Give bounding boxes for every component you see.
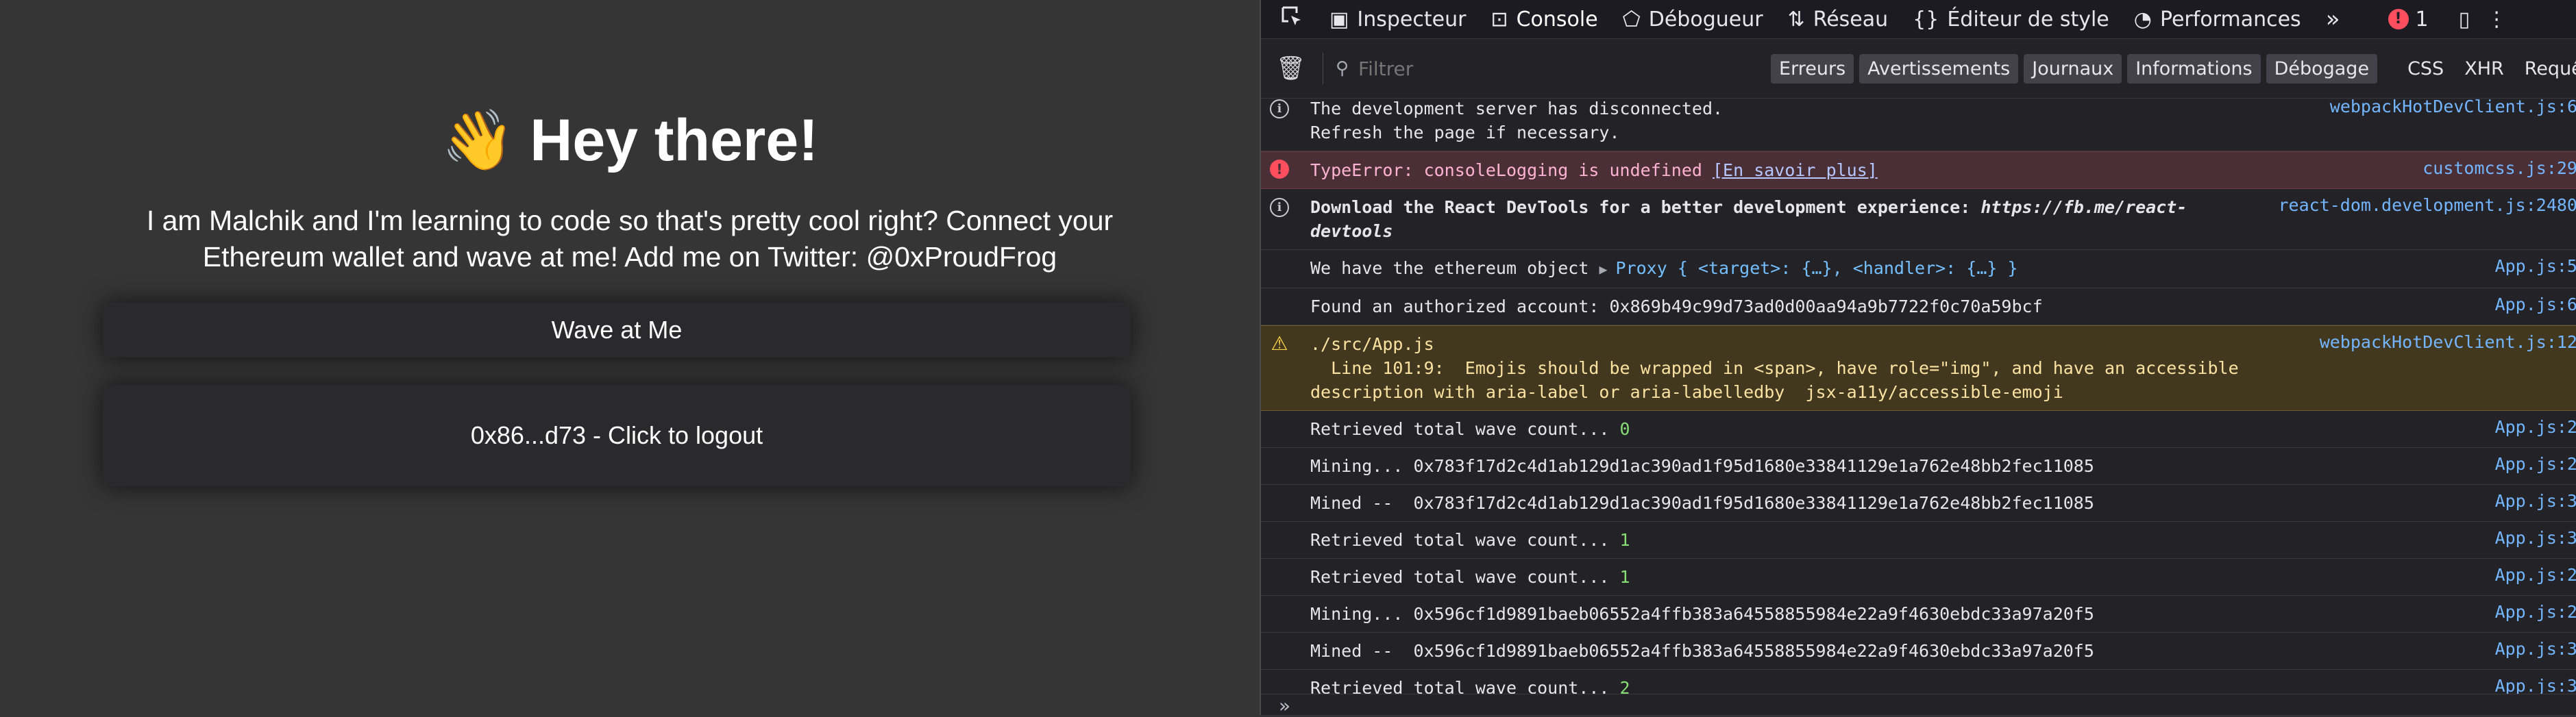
devtools-toolbar: ▣Inspecteur ⊡Console ⬠Débogueur ⇅Réseau … (1261, 0, 2576, 39)
wave-count-value: 1 (1620, 530, 1630, 550)
message-source-link[interactable]: App.js:3 (2495, 676, 2576, 696)
error-icon: ! (1270, 160, 1289, 179)
wave-count-value: 0 (1620, 419, 1630, 439)
warning-icon: ⚠ (1271, 332, 1288, 355)
message-source-link[interactable]: App.js:3 (2495, 528, 2576, 548)
console-message: Retrieved total wave count... 1 App.js:3 (1261, 522, 2576, 559)
message-text: Mined -- 0x783f17d2c4d1ab129d1ac390ad1f9… (1298, 485, 2576, 521)
message-source-link[interactable]: App.js:2 (2495, 454, 2576, 474)
message-source-link[interactable]: webpackHotDevClient.js:12 (2320, 332, 2576, 352)
console-error: ! TypeError: consoleLogging is undefined… (1261, 151, 2576, 189)
console-message: i The development server has disconnecte… (1261, 90, 2576, 151)
console-output: i The development server has disconnecte… (1261, 90, 2576, 715)
message-source-link[interactable]: App.js:2 (2495, 565, 2576, 585)
element-picker-icon[interactable] (1275, 5, 1309, 34)
message-source-link[interactable]: App.js:3 (2495, 639, 2576, 659)
console-message: Mined -- 0x596cf1d9891baeb06552a4ffb383a… (1261, 633, 2576, 670)
console-message: Mining... 0x783f17d2c4d1ab129d1ac390ad1f… (1261, 448, 2576, 485)
filter-xhr[interactable]: XHR (2464, 58, 2504, 79)
filter-field[interactable]: ⚲ (1323, 53, 1771, 84)
console-message: i Download the React DevTools for a bett… (1261, 189, 2576, 250)
wave-button[interactable]: Wave at Me (103, 303, 1131, 357)
message-text: Mining... 0x596cf1d9891baeb06552a4ffb383… (1298, 596, 2576, 632)
console-message: Found an authorized account: 0x869b49c99… (1261, 288, 2576, 325)
tab-network[interactable]: ⇅Réseau (1788, 8, 1889, 32)
filter-css[interactable]: CSS (2407, 58, 2444, 79)
message-source-link[interactable]: App.js:2 (2495, 417, 2576, 437)
performance-icon: ◔ (2134, 8, 2152, 32)
waving-hand-icon: 👋 (441, 103, 515, 178)
intro-text: I am Malchik and I'm learning to code so… (130, 203, 1129, 275)
message-source-link[interactable]: App.js:2 (2495, 602, 2576, 622)
message-source-link[interactable]: customcss.js:29 (2422, 158, 2576, 178)
filter-warnings[interactable]: Avertissements (1859, 54, 2018, 84)
tab-style-editor[interactable]: {}Éditeur de style (1913, 8, 2109, 32)
filter-icon: ⚲ (1336, 58, 1349, 79)
logout-button[interactable]: 0x86...d73 - Click to logout (103, 385, 1131, 486)
message-text: Found an authorized account: 0x869b49c99… (1298, 288, 2576, 325)
filter-debug[interactable]: Débogage (2266, 54, 2378, 84)
console-message: We have the ethereum object ▶ Proxy { <t… (1261, 250, 2576, 288)
console-message: Mined -- 0x783f17d2c4d1ab129d1ac390ad1f9… (1261, 485, 2576, 522)
message-source-link[interactable]: App.js:6 (2495, 294, 2576, 314)
error-icon: ! (2388, 9, 2409, 29)
console-icon: ⊡ (1491, 8, 1508, 32)
network-icon: ⇅ (1788, 8, 1805, 32)
filter-errors[interactable]: Erreurs (1771, 54, 1854, 84)
tab-console[interactable]: ⊡Console (1491, 8, 1597, 32)
filter-input[interactable] (1357, 53, 1771, 84)
message-text: Retrieved total wave count... (1310, 567, 1620, 587)
console-filter-bar: 🗑 ⚲ Erreurs Avertissements Journaux Info… (1261, 39, 2576, 99)
message-text: Mining... 0x783f17d2c4d1ab129d1ac390ad1f… (1298, 448, 2576, 484)
wave-count-value: 1 (1620, 567, 1630, 587)
message-text: Retrieved total wave count... (1310, 419, 1620, 439)
message-text: Download the React DevTools for a better… (1310, 197, 1980, 217)
more-options-icon[interactable]: ⋮ (2486, 8, 2507, 32)
trash-icon[interactable]: 🗑 (1276, 55, 1302, 82)
expand-arrow-icon[interactable]: ▶ (1599, 261, 1615, 277)
filter-logs[interactable]: Journaux (2024, 54, 2122, 84)
message-text: TypeError: consoleLogging is undefined (1310, 160, 1713, 180)
message-source-link[interactable]: App.js:3 (2495, 491, 2576, 511)
message-text: We have the ethereum object (1310, 258, 1599, 278)
tab-debugger[interactable]: ⬠Débogueur (1623, 8, 1763, 32)
learn-more-link[interactable]: [En savoir plus] (1713, 160, 1878, 180)
more-tabs-icon[interactable]: » (2326, 5, 2340, 33)
message-text: Retrieved total wave count... (1310, 530, 1620, 550)
proxy-object[interactable]: Proxy { <target>: {…}, <handler>: {…} } (1616, 258, 2018, 278)
dapp-page: 👋Hey there! I am Malchik and I'm learnin… (0, 0, 1260, 715)
console-warning: ⚠ ./src/App.js Line 101:9: Emojis should… (1261, 325, 2576, 411)
tab-inspector[interactable]: ▣Inspecteur (1329, 8, 1466, 32)
devtools-panel: ▣Inspecteur ⊡Console ⬠Débogueur ⇅Réseau … (1260, 0, 2576, 715)
page-title-text: Hey there! (530, 108, 818, 173)
responsive-design-icon[interactable]: ▯ (2459, 8, 2470, 32)
debugger-icon: ⬠ (1623, 8, 1641, 32)
message-text: Mined -- 0x596cf1d9891baeb06552a4ffb383a… (1298, 633, 2576, 669)
console-message: Retrieved total wave count... 0 App.js:2 (1261, 411, 2576, 448)
inspector-icon: ▣ (1329, 8, 1349, 32)
style-editor-icon: {} (1913, 8, 1939, 32)
console-input-prompt[interactable]: » (1261, 694, 2576, 715)
info-icon: i (1270, 99, 1289, 118)
tab-performance[interactable]: ◔Performances (2134, 8, 2301, 32)
message-source-link[interactable]: react-dom.development.js:2480 (2279, 195, 2576, 215)
error-counter[interactable]: !1 (2388, 8, 2429, 32)
filter-requests[interactable]: Requêtes (2525, 58, 2576, 79)
console-message: Mining... 0x596cf1d9891baeb06552a4ffb383… (1261, 596, 2576, 633)
message-source-link[interactable]: App.js:5 (2495, 256, 2576, 276)
filter-info[interactable]: Informations (2127, 54, 2260, 84)
message-source-link[interactable]: webpackHotDevClient.js:6 (2330, 97, 2576, 116)
info-icon: i (1270, 198, 1289, 217)
page-title: 👋Hey there! (0, 103, 1260, 178)
console-message: Retrieved total wave count... 1 App.js:2 (1261, 559, 2576, 596)
